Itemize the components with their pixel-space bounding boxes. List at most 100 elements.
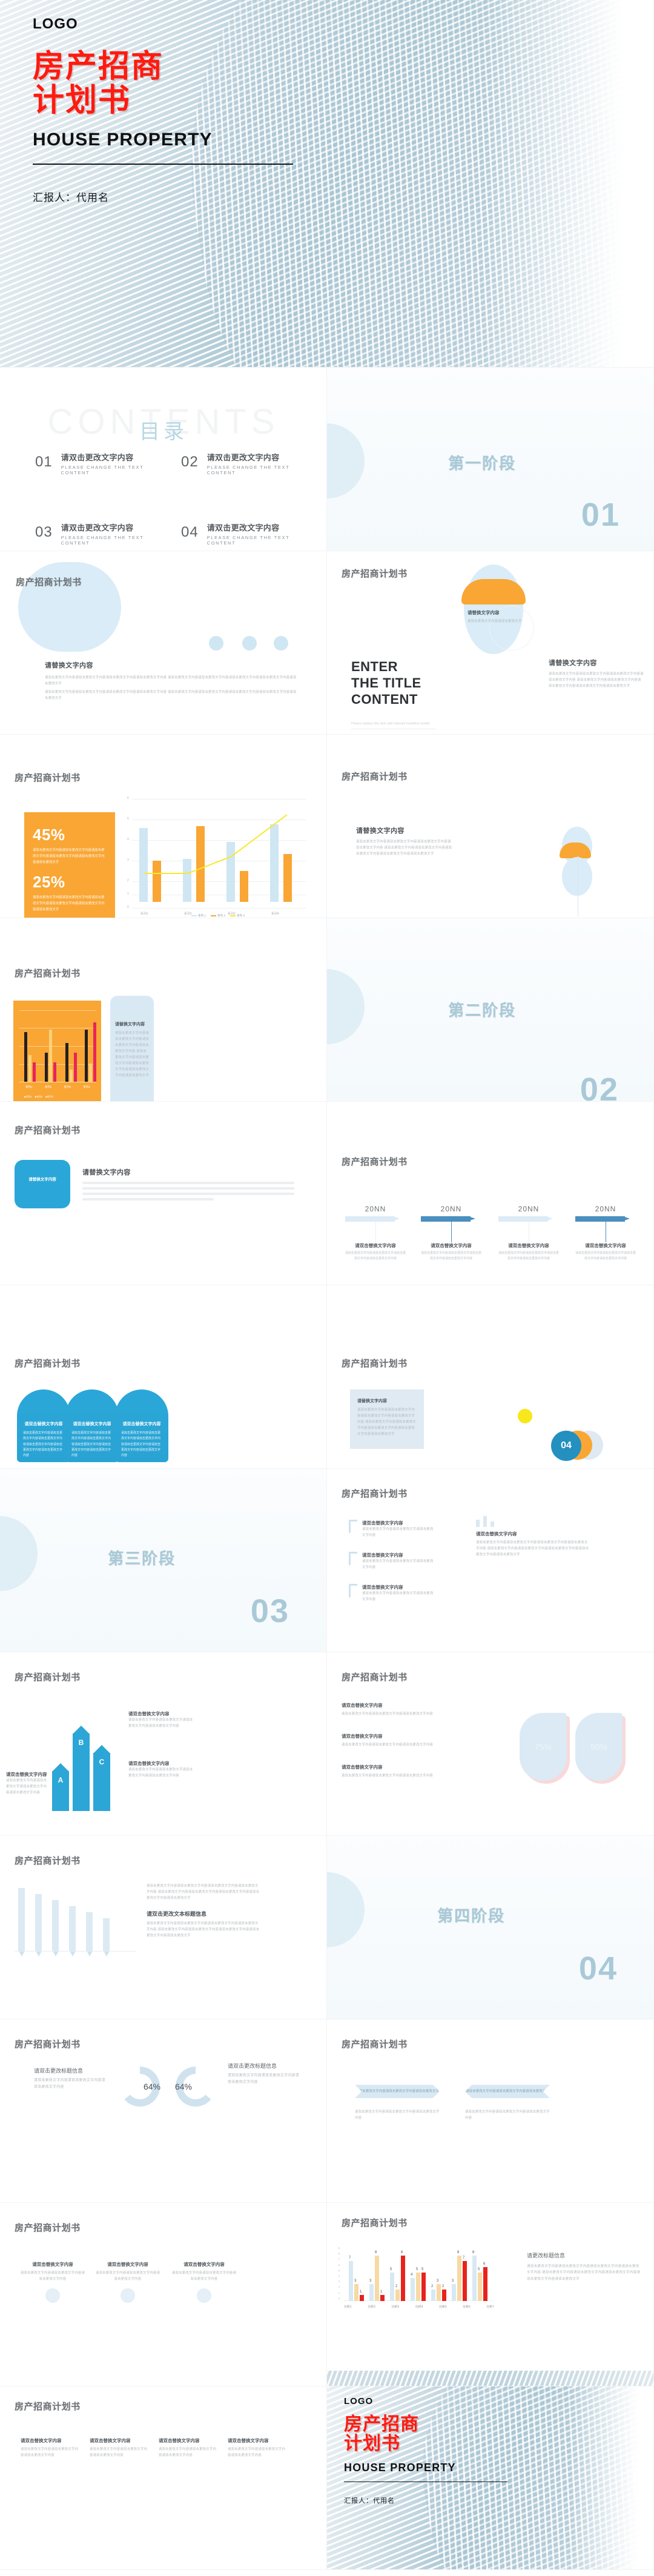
labelled-bar-chart: 9876543210 7 3 1 3 8 1 5 2 8 4 5 5 2 3 2… [339, 2247, 494, 2301]
bracket-item: 请双击替换文字内容 请双击更改文字内容请双击更改文字请双击更改文字内容 [349, 1552, 435, 1571]
toc-item[interactable]: 01 请双击更改文字内容 PLEASE CHANGE THE TEXT CONT… [35, 451, 157, 475]
chart-legend: ■系列1 ■系列2 ■系列3 [24, 1095, 53, 1099]
stat-value: 25% [33, 873, 65, 891]
slide-title: 房产招商计划书 [15, 1125, 81, 1136]
content-body: 请双击更改文字内容请双击更改文字内容请双击更改文字内容请双击更改文字内容 请双击… [45, 676, 297, 686]
cover-title: 房产招商 计划书 [344, 2414, 654, 2454]
slide-orange-chart: 房产招商计划书 系列1 系列2 系列3 系列4 ■系列1 ■系列2 ■系列3 请… [0, 918, 327, 1102]
stat-desc: 请双击更改文字内容请双击更改文字内容请双击更改文字内容请双击更改文字内容请双击更… [33, 849, 105, 864]
logo: LOGO [344, 2396, 374, 2406]
timeline-item[interactable]: 20NN 请双击替换文字内容 请双击更改文字内容请双击更改文字请双击更改文字内容… [575, 1205, 636, 1262]
circle-step[interactable]: 请双击替换文字内容 请双击更改文字内容请双击更改文字内容请双击更改文字内容 [94, 2261, 161, 2303]
slide-title: 房产招商计划书 [15, 1359, 81, 1369]
timeline-arrow-icon [421, 1216, 481, 1222]
slide-title: 房产招商计划书 [342, 1489, 408, 1499]
content-lead: 请替换文字内容 [356, 827, 405, 835]
slide-title: 房产招商计划书 [15, 2039, 81, 2050]
toc-label-cn: 请双击更改文字内容 [61, 523, 134, 532]
x-tick: 分析6 [463, 2305, 471, 2309]
combo-chart: 6 5 4 3 2 1 0 系列1 系列2 系列3 系列4 系列 1 系列 2 … [127, 793, 306, 917]
toc-number: 02 [181, 454, 199, 470]
petal-note-head: 请双击替换文字内容 [342, 1703, 383, 1708]
cover-title: 房产招商 计划书 [33, 50, 654, 118]
text-column: 请双击替换文字内容 请双击更改文字内容请双击更改文字内容请双击更改文字内容 [21, 2437, 79, 2458]
logo: LOGO [33, 16, 78, 32]
step-circle-04: 04 [551, 1431, 581, 1461]
toc-item[interactable]: 03 请双击更改文字内容 PLEASE CHANGE THE TEXT CONT… [35, 521, 157, 546]
feature-card[interactable]: 请双击替换文字内容 请双击更改文字内容请双击更改文字内容请双击更改文字内容请双击… [17, 1389, 70, 1462]
content-lead: 请替换文字内容 [45, 662, 93, 669]
toc-number: 01 [35, 454, 53, 470]
slide-bracket-list: 房产招商计划书 请双击替换文字内容 请双击更改文字内容请双击更改文字请双击更改文… [327, 1469, 654, 1652]
table-of-contents: 01 请双击更改文字内容 PLEASE CHANGE THE TEXT CONT… [35, 451, 303, 546]
decor-dot [274, 636, 288, 651]
bracket-head: 请双击替换文字内容 [362, 1520, 403, 1526]
note-body: 请双击更改文字内容请双击更改文字请双击更改文字内容请双击更改文字内容 [128, 1768, 193, 1778]
timeline-year: 20NN [595, 1205, 616, 1213]
timeline-item[interactable]: 20NN 请双击替换文字内容 请双击更改文字内容请双击更改文字请双击更改文字内容… [421, 1205, 481, 1262]
petal-note-head: 请双击替换文字内容 [342, 1733, 383, 1739]
slide-title: 房产招商计划书 [15, 773, 81, 783]
building-bar-b: B [73, 1726, 90, 1811]
toc-number: 03 [35, 524, 53, 540]
column-head: 请双击替换文字内容 [21, 2438, 62, 2443]
circle-step-head: 请双击替换文字内容 [183, 2262, 225, 2267]
building-bar-label: C [99, 1758, 105, 1766]
bracket-body: 请双击更改文字内容请双击更改文字请双击更改文字内容 [362, 1560, 434, 1569]
slide-title: 房产招商计划书 [342, 2218, 408, 2228]
ribbon-left: 请双击更改文字内容请双击更改文字内容请双击更改文字内容 [355, 2085, 440, 2098]
slide-blue-cards: 房产招商计划书 请双击替换文字内容 请双击更改文字内容请双击更改文字内容请双击更… [0, 1285, 327, 1469]
x-tick: 分析4 [415, 2305, 423, 2309]
enter-title: ENTER THE TITLE CONTENT [351, 659, 421, 707]
cover-title-line2: 计划书 [344, 2434, 400, 2454]
stat-desc: 请双击更改文字内容请双击更改文字内容请双击更改文字内容请双击更改文字内容请双击更… [33, 896, 105, 912]
note-head: 请双击替换文字内容 [128, 1761, 170, 1766]
section-number: 04 [578, 1950, 618, 1987]
toc-label-cn: 请双击更改文字内容 [206, 453, 280, 462]
cover-divider [33, 164, 293, 165]
toc-item[interactable]: 04 请双击更改文字内容 PLEASE CHANGE THE TEXT CONT… [181, 521, 303, 546]
right-head: 请双击替换文字内容 [476, 1531, 517, 1537]
slide-text-shapes: 房产招商计划书 请替换文字内容 请双击更改文字内容请双击更改文字内容请双击更改文… [327, 735, 654, 918]
petal-75: 75% [520, 1713, 567, 1781]
timeline-body: 请双击更改文字内容请双击更改文字请双击更改文字内容请双击更改文字内容 [575, 1251, 636, 1260]
ribbon-label: 请双击更改文字内容请双击更改文字内容请双击更改文字内容 [355, 2090, 439, 2107]
bar-icon-group [476, 1516, 591, 1527]
trend-line [144, 814, 288, 874]
circle-step-head: 请双击替换文字内容 [32, 2262, 73, 2267]
content-body: 请双击更改文字内容请双击更改文字内容请双击更改文字内容请双击更改文字内容 请双击… [356, 840, 452, 856]
slide-title: 房产招商计划书 [15, 968, 81, 979]
toc-label-cn: 请双击更改文字内容 [61, 453, 134, 462]
slide-down-arrows: 房产招商计划书 请双击更改文字内容请双击更改文字内容请双击更改文字内容请双击更改… [0, 1836, 327, 2019]
donut-head: 请双击更改标题信息 [34, 2068, 84, 2074]
content-lead: 请替换文字内容 [115, 1022, 145, 1027]
chart-note-body: 请双击更改文字内容请双击更改文字内容请双击更改文字内容请双击更改文字内容 请双击… [527, 2265, 641, 2281]
ribbon-body: 请双击更改文字内容请双击更改文字内容请双击更改文字内容 [465, 2110, 550, 2120]
section-tint-panel [327, 1836, 654, 2019]
bracket-icon [349, 1552, 357, 1565]
section-number: 02 [580, 1071, 619, 1102]
cover-content: LOGO 房产招商 计划书 HOUSE PROPERTY 汇报人：代用名 [0, 0, 654, 368]
x-tick: 系列4 [83, 1085, 90, 1088]
circle-step[interactable]: 请双击替换文字内容 请双击更改文字内容请双击更改文字内容请双击更改文字内容 [171, 2261, 237, 2303]
note-head: 请双击替换文字内容 [128, 1711, 170, 1717]
content-lead: 请替换文字内容 [82, 1169, 131, 1176]
feature-card[interactable]: 请双击替换文字内容 请双击更改文字内容请双击更改文字内容请双击更改文字内容请双击… [115, 1389, 168, 1462]
circle-step[interactable]: 请双击替换文字内容 请双击更改文字内容请双击更改文字内容请双击更改文字内容 [19, 2261, 86, 2303]
x-tick: 分析5 [438, 2305, 447, 2309]
slide-title: 房产招商计划书 [342, 569, 408, 579]
timeline-item[interactable]: 20NN 请双击替换文字内容 请双击更改文字内容请双击更改文字请双击更改文字内容… [498, 1205, 559, 1262]
building-bar-a: A [52, 1763, 69, 1811]
toc-item[interactable]: 02 请双击更改文字内容 PLEASE CHANGE THE TEXT CONT… [181, 451, 303, 475]
slide-labelled-bars: 房产招商计划书 9876543210 7 3 1 3 8 1 5 2 8 4 5… [327, 2203, 654, 2386]
timeline-head: 请双击替换文字内容 [585, 1243, 626, 1248]
feature-card[interactable]: 请双击替换文字内容 请双击更改文字内容请双击更改文字内容请双击更改文字内容请双击… [65, 1389, 119, 1462]
slide-title: 房产招商计划书 [15, 2402, 81, 2412]
toc-label-en: PLEASE CHANGE THE TEXT CONTENT [206, 465, 290, 475]
content-body: 请双击更改文字内容请双击更改文字内容请双击更改文字内容请双击更改文字内容 请双击… [45, 690, 297, 700]
timeline-item[interactable]: 20NN 请双击替换文字内容 请双击更改文字内容请双击更改文字请双击更改文字内容… [345, 1205, 406, 1262]
slide-title: 房产招商计划书 [342, 2039, 408, 2050]
cover-divider [344, 2481, 507, 2483]
legend-item: ■系列3 [45, 1095, 53, 1098]
slide-section-02: 第二阶段 02 [327, 918, 654, 1102]
